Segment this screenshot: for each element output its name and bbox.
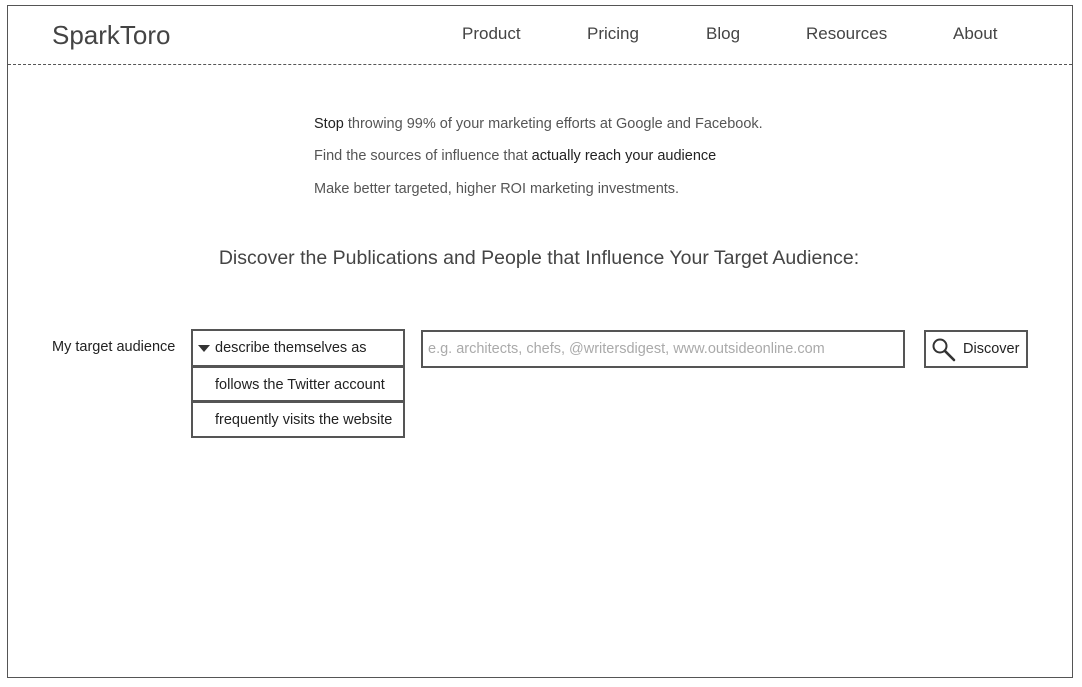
intro-line-2: Find the sources of influence that actua… [314,148,716,164]
magnifier-icon [932,338,956,362]
discover-button[interactable]: Discover [924,330,1028,368]
audience-dropdown[interactable]: describe themselves as [191,329,405,367]
dropdown-option-website[interactable]: frequently visits the website [191,401,405,438]
dropdown-option-label: frequently visits the website [215,412,393,428]
nav-blog[interactable]: Blog [706,24,740,44]
nav-resources[interactable]: Resources [806,24,887,44]
audience-search-input[interactable] [421,330,905,368]
dropdown-option-label: follows the Twitter account [215,377,385,393]
intro-line-1-text: throwing 99% of your marketing efforts a… [343,116,763,132]
nav-product[interactable]: Product [462,24,521,44]
intro-line-2-text: Find the sources of influence that [314,148,532,164]
caret-down-icon [198,345,210,352]
intro-line-1: Stop throwing 99% of your marketing effo… [314,116,763,132]
header-divider [8,64,1072,65]
audience-label: My target audience [52,339,176,355]
nav-about[interactable]: About [953,24,997,44]
page-headline: Discover the Publications and People tha… [218,247,860,269]
intro-line-3: Make better targeted, higher ROI marketi… [314,181,680,197]
dropdown-option-twitter[interactable]: follows the Twitter account [191,366,405,402]
nav-pricing[interactable]: Pricing [587,24,639,44]
dropdown-selected-label: describe themselves as [215,340,367,356]
intro-line-2-emphasis: actually reach your audience [531,148,717,164]
discover-button-label: Discover [963,341,1020,357]
intro-line-1-emphasis: Stop [314,116,344,132]
logo[interactable]: SparkToro [52,20,171,51]
